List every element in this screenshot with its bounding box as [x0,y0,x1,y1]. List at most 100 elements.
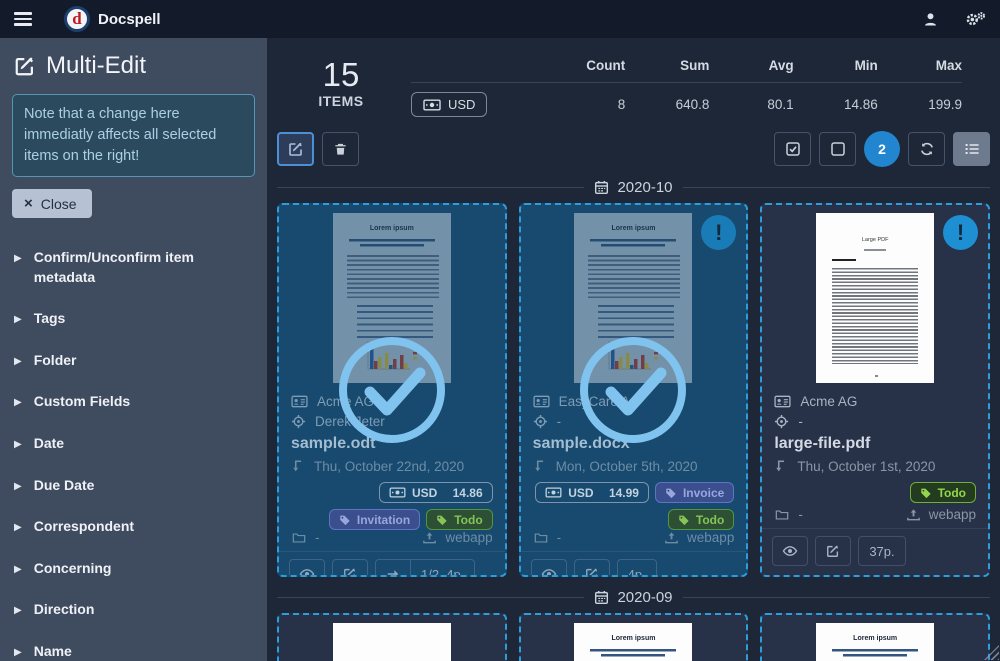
edit-item-button[interactable] [332,559,368,577]
item-card[interactable]: Keywords in PDF [277,613,507,661]
concerning-person: - [557,414,562,429]
close-button[interactable]: × Close [12,189,92,218]
calendar-icon [594,590,609,605]
concerning-person-line: - [533,411,735,431]
preview-eye-button[interactable] [531,559,567,577]
address-card-icon [774,395,791,408]
tag-badge[interactable]: Todo [668,509,734,530]
item-card-footer: 37p. [762,528,988,575]
tag-icon [665,487,677,499]
folder-source-row: - webapp [762,507,988,528]
document-thumbnail[interactable]: Large PDF [816,213,934,383]
sidebar-section-label: Custom Fields [34,392,130,412]
correspondent-org: Acme AG [317,394,374,409]
chevron-right-icon: ▶ [14,309,22,329]
correspondent-org: Acme AG [800,394,857,409]
chevron-right-icon: ▶ [14,434,22,454]
upload-icon [906,507,921,522]
sidebar-section-confirm-unconfirm-item-metadata[interactable]: ▶Confirm/Unconfirm item metadata [12,240,255,295]
source-name: webapp [687,530,734,545]
folder-name: - [798,507,803,522]
user-icon[interactable] [922,11,939,28]
brand-name: Docspell [98,11,161,28]
tag-icon [678,514,690,526]
address-card-icon [291,395,308,408]
tag-badge[interactable]: Todo [910,482,976,503]
sidebar-section-concerning[interactable]: ▶Concerning [12,551,255,587]
item-card[interactable]: Lorem ipsum Acme AG Derek Jeter sample.o… [277,203,507,577]
sidebar-section-label: Confirm/Unconfirm item metadata [34,248,253,287]
sidebar-section-folder[interactable]: ▶Folder [12,343,255,379]
item-cards-grid: Lorem ipsum Acme AG Derek Jeter sample.o… [277,203,990,577]
multi-edit-toggle-button[interactable] [277,132,314,166]
next-attachment-button[interactable] [376,560,410,577]
stats-header-min: Min [794,58,878,73]
preview-eye-button[interactable] [772,536,808,566]
date-group-header: 2020-09 [277,589,990,606]
date-group-label: 2020-09 [617,589,672,606]
item-card[interactable]: Lorem ipsum ! EasyCare AG - sample.docx … [519,203,749,577]
items-count-number: 15 [277,58,405,93]
sidebar-section-label: Concerning [34,559,112,579]
sidebar-section-name[interactable]: ▶Name [12,634,255,661]
item-card-footer: 4p. [521,551,747,577]
item-date: Mon, October 5th, 2020 [556,459,698,474]
items-main: 15 ITEMS CountSumAvgMinMax USD 8640.880.… [267,38,1000,661]
thumbnail-area: Lorem ipsum [762,615,988,661]
list-view-button[interactable] [953,132,990,166]
delete-button[interactable] [322,132,359,166]
document-thumbnail[interactable]: Lorem ipsum [333,213,451,383]
settings-gears-icon[interactable] [965,11,986,28]
document-thumbnail[interactable]: Keywords in PDF [333,623,451,661]
folder-source-row: - webapp [279,530,505,551]
item-meta: Acme AG - large-file.pdf Thu, October 1s… [762,389,988,476]
item-badges: USD 14.86 Invitation Todo [279,476,505,530]
chevron-right-icon: ▶ [14,476,22,496]
tag-badge[interactable]: Todo [426,509,492,530]
item-title[interactable]: sample.odt [291,431,493,456]
stats-value-avg: 80.1 [709,97,793,112]
item-badges: USD 14.99 Invoice Todo [521,476,747,530]
sidebar-section-direction[interactable]: ▶ Direction [12,592,255,628]
chevron-right-icon: ▶ [14,600,22,620]
reload-button[interactable] [908,132,945,166]
document-thumbnail[interactable]: Lorem ipsum [574,623,692,661]
document-thumbnail[interactable]: Lorem ipsum [574,213,692,383]
preview-eye-button[interactable] [289,559,325,577]
concerning-person-line: - [774,411,976,431]
sidebar-section-date[interactable]: ▶Date [12,426,255,462]
item-title[interactable]: large-file.pdf [774,431,976,456]
item-card[interactable]: Large PDF! Acme AG - large-file.pdf Thu,… [760,203,990,577]
tag-icon [436,514,448,526]
stats-value-sum: 640.8 [625,97,709,112]
sidebar-section-custom-fields[interactable]: ▶Custom Fields [12,384,255,420]
multi-edit-note: Note that a change here immediatly affec… [12,94,255,177]
select-all-button[interactable] [774,132,811,166]
menu-icon[interactable] [14,12,32,26]
address-card-icon [533,395,550,408]
top-navbar: d Docspell [0,0,1000,38]
sidebar-section-label: Folder [34,351,77,371]
document-thumbnail[interactable]: Lorem ipsum [816,623,934,661]
source-name: webapp [929,507,976,522]
tag-badge[interactable]: Invitation [329,509,420,530]
brand[interactable]: d Docspell [64,6,161,32]
attachment-nav-group: 1/2, 4p. [375,559,475,577]
deselect-all-button[interactable] [819,132,856,166]
alert-exclamation-icon: ! [943,215,978,250]
sidebar-section-due-date[interactable]: ▶Due Date [12,468,255,504]
date-group-header: 2020-10 [277,179,990,196]
stats-value-max: 199.9 [878,97,962,112]
item-card[interactable]: Lorem ipsum [519,613,749,661]
item-title[interactable]: sample.docx [533,431,735,456]
chevron-right-icon: ▶ [14,642,22,661]
sidebar-section-correspondent[interactable]: ▶Correspondent [12,509,255,545]
item-date-line: Thu, October 1st, 2020 [774,456,976,476]
edit-item-button[interactable] [815,536,851,566]
tag-badge[interactable]: Invoice [655,482,734,503]
sidebar-section-tags[interactable]: ▶Tags [12,301,255,337]
item-card[interactable]: Lorem ipsum [760,613,990,661]
edit-item-button[interactable] [574,559,610,577]
concerning-person-line: Derek Jeter [291,411,493,431]
sidebar-section-label: Direction [34,600,95,620]
